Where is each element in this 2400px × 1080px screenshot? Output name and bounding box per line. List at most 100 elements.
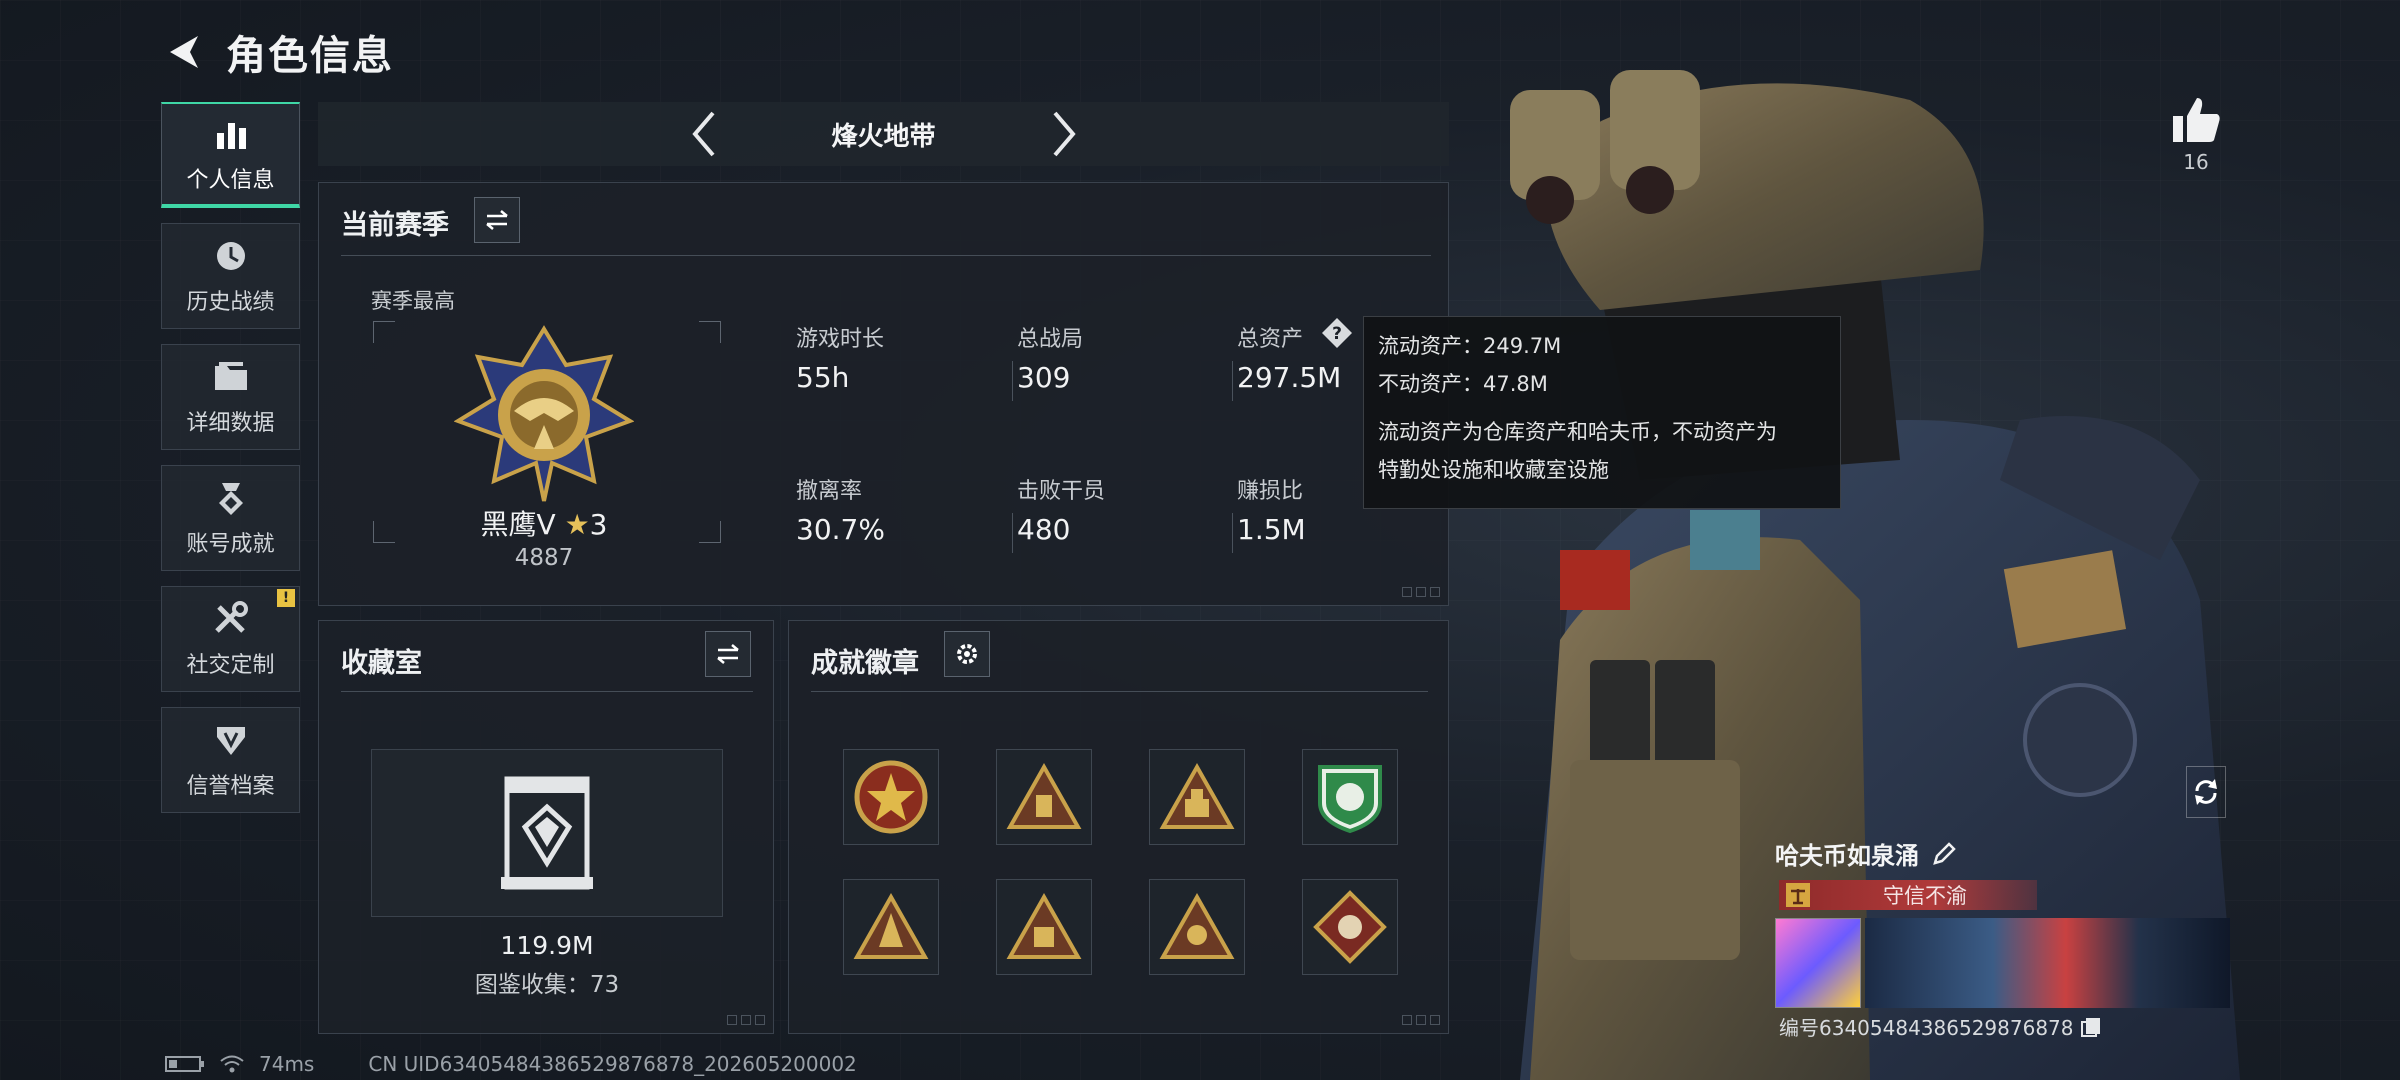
page-title: 角色信息	[226, 33, 394, 79]
season-switch-button[interactable]	[474, 197, 520, 243]
stat-label-kills: 击败干员	[1017, 479, 1106, 504]
star-icon: ★	[564, 508, 590, 541]
page-header: 角色信息	[160, 22, 394, 82]
achievement-badge[interactable]	[996, 749, 1092, 845]
stat-label-profit-ratio: 赚损比	[1237, 479, 1304, 504]
achievement-badge[interactable]	[843, 749, 939, 845]
back-button[interactable]	[160, 28, 208, 76]
notification-badge: !	[277, 589, 295, 607]
stat-divider	[1012, 513, 1013, 553]
like-button[interactable]: 16	[2166, 96, 2226, 186]
collection-vault-icon	[501, 776, 593, 890]
nav-item-detail-data[interactable]: 详细数据	[161, 344, 300, 450]
bar-chart-icon	[211, 114, 251, 154]
stat-divider	[1012, 361, 1013, 401]
shield-icon	[211, 720, 251, 760]
collection-room-preview[interactable]	[371, 749, 723, 917]
stat-divider	[1232, 513, 1233, 553]
swap-icon	[486, 210, 508, 230]
collection-count: 图鉴收集：73	[474, 972, 620, 998]
stat-label-playtime: 游戏时长	[796, 327, 885, 352]
frame-corner	[373, 521, 395, 543]
player-avatar[interactable]	[1775, 918, 1861, 1008]
side-nav: 个人信息 历史战绩 详细数据 账号成就 ! 社交定制 信誉档案	[161, 102, 300, 828]
triangle-badge-icon	[1006, 762, 1082, 829]
uid-text: CN UID6340548438652987687​8_202605200002	[368, 1052, 857, 1076]
stat-label-extract-rate: 撤离率	[796, 479, 863, 504]
clock-icon	[211, 236, 251, 276]
copy-icon[interactable]	[2080, 1016, 2102, 1038]
mode-next-button[interactable]	[1034, 104, 1094, 164]
achievements-settings-button[interactable]	[944, 631, 990, 677]
rank-emblem-icon	[454, 325, 634, 502]
mode-prev-button[interactable]	[674, 104, 734, 164]
achievement-badge[interactable]	[1149, 879, 1245, 975]
battery-icon	[165, 1056, 204, 1072]
wifi-icon	[220, 1055, 244, 1073]
triangle-badge-icon	[1159, 762, 1235, 829]
assets-tooltip: 流动资产：249.7M 不动资产：47.8M 流动资产为仓库资产和哈夫币，不动资…	[1363, 316, 1841, 509]
divider	[341, 691, 753, 692]
nav-item-history[interactable]: 历史战绩	[161, 223, 300, 329]
collection-title: 收藏室	[341, 648, 422, 679]
stat-value-profit-ratio: 1.5M	[1237, 513, 1306, 546]
stat-value-kills: 480	[1017, 513, 1071, 546]
panel-corner-dots	[1402, 587, 1440, 597]
stat-value-playtime: 55h	[796, 361, 850, 394]
folder-icon	[211, 357, 251, 397]
player-id: 编号634054843865298768​78	[1779, 1016, 2074, 1040]
tooltip-description-cont: 特勤处设施和收藏室设施	[1378, 458, 1609, 482]
player-banner[interactable]	[1865, 918, 2230, 1008]
rotate-button[interactable]	[2186, 766, 2226, 818]
stat-label-total-assets: 总资产	[1237, 327, 1304, 352]
rank-name-row: 黑鹰Ⅴ ★3	[414, 503, 674, 543]
nav-label: 个人信息	[186, 168, 275, 193]
shield-badge-icon	[1318, 765, 1382, 834]
tooltip-description: 流动资产为仓库资产和哈夫币，不动资产为	[1378, 420, 1777, 444]
achievements-panel: 成就徽章	[788, 620, 1449, 1034]
player-name: 哈夫币如泉涌	[1775, 842, 1919, 870]
nav-item-credit-record[interactable]: 信誉档案	[161, 707, 300, 813]
collection-switch-button[interactable]	[705, 631, 751, 677]
season-panel: 当前赛季 赛季最高 黑鹰Ⅴ ★3 4887 游戏时长 55h 总战局 309 总…	[318, 182, 1449, 606]
achievement-badge[interactable]	[843, 879, 939, 975]
nav-label: 社交定制	[186, 653, 275, 678]
collection-panel: 收藏室 119.9M 图鉴收集：73	[318, 620, 774, 1034]
frame-corner	[699, 321, 721, 343]
triangle-badge-icon	[853, 892, 929, 959]
swap-icon	[717, 644, 739, 664]
stat-value-extract-rate: 30.7%	[796, 513, 885, 546]
season-best-label: 赛季最高	[371, 289, 455, 313]
triangle-badge-icon	[1159, 892, 1235, 959]
triangle-badge-icon	[1006, 892, 1082, 959]
stat-value-total-matches: 309	[1017, 361, 1071, 394]
nav-label: 信誉档案	[186, 774, 275, 799]
achievement-badge[interactable]	[1302, 879, 1398, 975]
status-bar: 74ms CN UID6340548438652987687​8_2026052…	[165, 1052, 857, 1076]
thumbs-up-icon	[2173, 98, 2220, 142]
achievement-badge[interactable]	[996, 879, 1092, 975]
achievement-badge[interactable]	[1302, 749, 1398, 845]
stat-divider	[1232, 361, 1233, 401]
stat-label-total-matches: 总战局	[1017, 327, 1084, 352]
chevron-right-icon	[1052, 111, 1076, 157]
tooltip-liquid-assets: 流动资产：249.7M	[1378, 334, 1562, 358]
frame-corner	[699, 521, 721, 543]
nav-item-achievements[interactable]: 账号成就	[161, 465, 300, 571]
ping-value: 74ms	[259, 1052, 315, 1076]
like-count: 16	[2183, 150, 2209, 174]
gear-icon	[957, 644, 977, 664]
chevron-left-icon	[691, 111, 715, 157]
rank-stars: 3	[589, 508, 608, 541]
edit-pencil-icon[interactable]	[1931, 841, 1957, 867]
nav-item-social-custom[interactable]: ! 社交定制	[161, 586, 300, 692]
achievement-badge[interactable]	[1149, 749, 1245, 845]
nav-item-personal-info[interactable]: 个人信息	[161, 102, 300, 208]
scale-icon	[1786, 883, 1810, 907]
frame-corner	[373, 321, 395, 343]
rotate-icon	[2195, 779, 2217, 805]
panel-corner-dots	[727, 1015, 765, 1025]
help-icon[interactable]: ?	[1321, 317, 1353, 349]
profile-card: 哈夫币如泉涌 守信不渝 编号634054843865298768​78	[1775, 836, 2235, 1044]
nav-label: 历史战绩	[186, 290, 275, 315]
